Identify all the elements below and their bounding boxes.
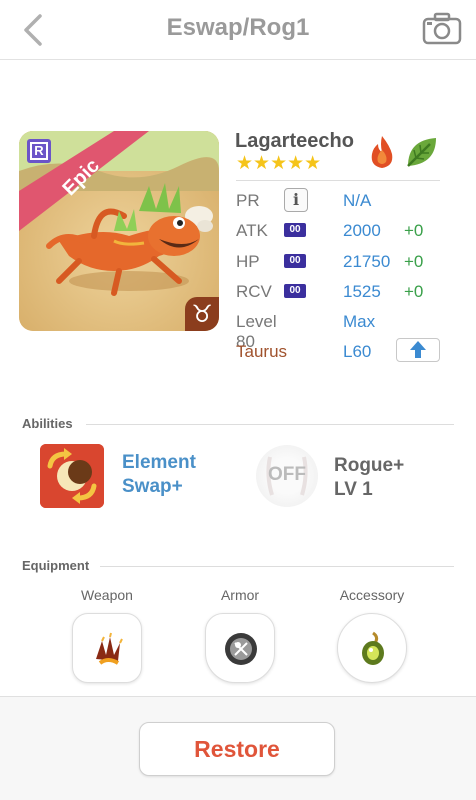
stat-value: 21750 [343,252,391,271]
active-ability-name[interactable]: Element Swap+ [122,451,232,499]
passive-ability-name[interactable]: Rogue+ LV 1 [334,454,434,502]
page-title: Eswap/Rog1 [166,14,310,41]
divider [100,566,454,567]
stat-bonus: +0 [404,221,424,240]
camera-icon[interactable] [422,12,462,46]
gem-armor-icon [225,633,257,665]
stat-value: 2000 [343,221,381,240]
equipment-heading: Equipment [22,558,90,573]
stat-label: HP [236,252,260,271]
stat-bonus: +0 [404,282,424,301]
monster-name: Lagarteecho [235,130,354,152]
plus-badge: 00 [284,284,306,298]
plus-badge: 00 [284,223,306,237]
zodiac-taurus-icon: ♉ [185,297,219,331]
top-bar: Eswap/Rog1 [0,0,476,60]
stat-label: ATK [236,221,268,240]
claw-weapon-icon [96,632,123,665]
stat-label: Taurus [236,342,288,361]
ability-name-line: LV 1 [334,479,373,500]
element-swap-ability-icon[interactable] [40,444,104,508]
stat-label: PR [236,191,260,210]
accessory-slot[interactable] [337,613,407,683]
rarity-badge-icon: R [27,139,51,163]
amulet-accessory-icon [362,631,384,665]
equipment-slot-label: Armor [220,587,260,603]
ability-name-line: Rogue+ [334,455,405,476]
stat-value: Max [343,312,376,331]
armor-slot[interactable] [205,613,275,683]
weapon-slot[interactable] [72,613,142,683]
stat-value: N/A [343,191,372,210]
restore-button[interactable]: Restore [139,722,335,776]
arrow-up-icon [410,341,426,358]
stat-label: RCV [236,282,272,301]
upgrade-button[interactable] [396,338,440,362]
ability-name-line: Swap+ [122,476,183,497]
passive-ability-icon[interactable]: OFF [256,445,318,507]
wood-element-icon [407,138,436,167]
fire-element-icon [371,136,393,168]
equipment-slot-label: Weapon [81,587,133,603]
divider [236,180,440,181]
equipment-slot-label: Accessory [339,587,405,603]
ability-off-label: OFF [268,464,306,485]
stat-value: L60 [343,342,372,361]
info-button[interactable]: i [284,188,308,212]
monster-portrait[interactable]: Epic R ♉ [19,131,219,331]
abilities-heading: Abilities [22,416,73,431]
plus-badge: 00 [284,254,306,268]
ability-name-line: Element [122,452,196,473]
divider [86,424,454,425]
star-rating: ★★★★★ [236,153,322,174]
stat-bonus: +0 [404,252,424,271]
stat-value: 1525 [343,282,381,301]
